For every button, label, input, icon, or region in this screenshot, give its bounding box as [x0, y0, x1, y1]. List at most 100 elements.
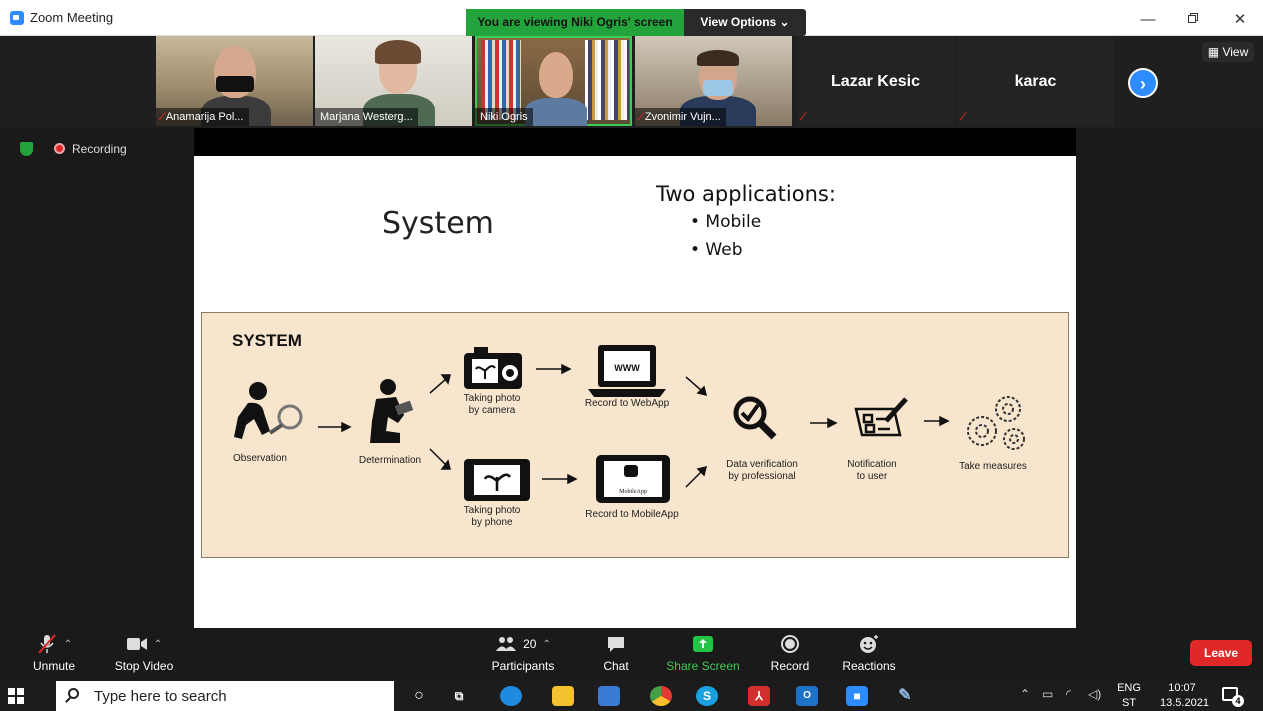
participant-tile[interactable]: ⁄ Anamarija Pol... — [156, 36, 313, 126]
window-title: Zoom Meeting — [30, 10, 114, 25]
title-bar: Zoom Meeting You are viewing Niki Ogris'… — [0, 0, 1263, 36]
shared-slide: System Two applications: • Mobile • Web … — [194, 156, 1076, 628]
share-screen-button[interactable]: Share Screen — [662, 632, 744, 673]
zoom-window: Zoom Meeting You are viewing Niki Ogris'… — [0, 0, 1263, 711]
record-icon — [781, 635, 799, 653]
muted-mic-icon: ⁄ — [161, 111, 163, 123]
cortana-icon[interactable]: ○ — [408, 686, 430, 706]
zoom-taskbar-icon[interactable]: ■ — [846, 686, 868, 706]
label-photo-camera: Taking photo by camera — [463, 393, 521, 416]
participant-name: ⁄ Anamarija Pol... — [156, 108, 249, 126]
label-photo-phone: Taking photo by phone — [463, 505, 521, 528]
battery-icon[interactable]: ▭ — [1042, 687, 1053, 701]
camera-icon — [464, 347, 522, 389]
video-options-chevron-icon: ⌃ — [153, 638, 163, 650]
laptop-icon: WWW — [588, 345, 666, 397]
gears-icon — [967, 396, 1025, 450]
muted-mic-icon: ⁄ — [802, 111, 804, 123]
view-options-button[interactable]: View Options ⌄ — [684, 9, 806, 36]
reactions-button[interactable]: Reactions — [836, 632, 902, 673]
encryption-shield-icon — [20, 142, 33, 156]
apps-item-mobile: • Mobile — [690, 212, 762, 232]
label-notification: Notification to user — [847, 459, 897, 482]
edge-browser-icon[interactable] — [500, 686, 522, 706]
shared-screen-header — [194, 128, 1076, 156]
label-take-measures: Take measures — [959, 461, 1027, 472]
mobile-app-icon: MobileApp — [596, 455, 670, 503]
participant-name: ⁄ Zvonimir Vujn... — [635, 108, 726, 126]
search-icon — [68, 688, 79, 699]
viewing-screen-banner: You are viewing Niki Ogris' screen — [466, 9, 684, 36]
acrobat-reader-icon[interactable]: ⅄ — [748, 686, 770, 706]
view-layout-button[interactable]: ▦ View — [1202, 42, 1254, 62]
system-clock[interactable]: 10:07 13.5.2021 — [1160, 681, 1209, 711]
stop-video-button[interactable]: ⌃ Stop Video — [110, 632, 178, 673]
volume-icon[interactable]: ◁) — [1088, 687, 1101, 701]
windows-start-icon[interactable] — [8, 688, 24, 704]
zoom-logo-icon — [10, 11, 24, 25]
participant-name: Lazar Kesic — [831, 73, 920, 90]
notification-icon — [854, 397, 908, 437]
maximize-icon[interactable] — [1173, 8, 1213, 32]
minimize-icon[interactable]: — — [1128, 8, 1168, 32]
verification-icon — [733, 396, 777, 440]
close-icon[interactable]: ✕ — [1220, 8, 1260, 32]
participants-icon — [496, 637, 517, 651]
unmute-button[interactable]: ⌃ Unmute — [28, 632, 80, 673]
language-indicator[interactable]: ENG ST — [1114, 681, 1144, 711]
search-placeholder: Type here to search — [94, 688, 227, 705]
label-record-mobile: Record to MobileApp — [585, 509, 679, 520]
participant-name: karac — [1014, 73, 1057, 90]
diagram-graphics: WWW MobileApp — [234, 345, 1025, 503]
slide-title: System — [382, 206, 494, 241]
participant-name: Niki Ogris — [475, 108, 533, 126]
muted-microphone-icon — [38, 634, 56, 654]
observation-icon — [234, 382, 303, 439]
notification-count-badge: 4 — [1232, 695, 1244, 707]
participants-count: 20 — [523, 637, 537, 651]
share-screen-icon — [693, 636, 713, 652]
recording-label: Recording — [72, 142, 127, 156]
reactions-smiley-icon — [860, 635, 878, 653]
taskbar-search-box[interactable]: Type here to search — [56, 681, 394, 711]
participant-tile[interactable]: ⁄ Zvonimir Vujn... — [635, 36, 792, 126]
next-page-icon[interactable]: › — [1128, 68, 1158, 98]
muted-mic-icon: ⁄ — [640, 111, 642, 123]
record-button[interactable]: Record — [764, 632, 816, 673]
apps-heading: Two applications: — [656, 182, 836, 206]
participants-button[interactable]: 20 ⌃ Participants — [478, 632, 568, 673]
windows-taskbar: Type here to search ○ ⧉ S ⅄ O ■ ✎ ⌃ ▭ ◜ … — [0, 681, 1263, 711]
tray-chevron-icon[interactable]: ⌃ — [1020, 687, 1030, 701]
participant-tile-active-speaker[interactable]: Niki Ogris — [475, 36, 632, 126]
recording-dot-icon — [54, 143, 65, 154]
phone-photo-icon — [464, 459, 530, 501]
task-view-icon[interactable]: ⧉ — [448, 686, 470, 706]
meeting-toolbar: ⌃ Unmute ⌃ Stop Video 20 ⌃ Participants … — [0, 628, 1263, 680]
video-camera-icon — [126, 638, 147, 650]
participants-chevron-icon: ⌃ — [542, 638, 551, 650]
chrome-browser-icon[interactable] — [650, 686, 672, 706]
system-diagram: SYSTEM WWW MobileApp Observation Determi… — [201, 312, 1069, 558]
audio-options-chevron-icon: ⌃ — [63, 638, 73, 650]
participant-tile-video-off[interactable]: karac ⁄ — [957, 36, 1114, 126]
laptop-www-text: WWW — [614, 363, 640, 373]
chat-button[interactable]: Chat — [594, 632, 638, 673]
skype-icon[interactable]: S — [696, 686, 718, 706]
paint-icon[interactable]: ✎ — [894, 686, 916, 706]
file-explorer-icon[interactable] — [552, 686, 574, 706]
outlook-icon[interactable]: O — [796, 686, 818, 706]
chat-icon — [608, 637, 624, 652]
store-icon[interactable] — [598, 686, 620, 706]
label-determination: Determination — [358, 455, 422, 466]
apps-item-web: • Web — [690, 240, 743, 260]
wifi-icon[interactable]: ◜ — [1066, 687, 1071, 701]
mobile-app-text: MobileApp — [619, 489, 647, 495]
label-verification: Data verification by professional — [726, 459, 798, 482]
determination-icon — [370, 379, 414, 443]
participant-tile-video-off[interactable]: Lazar Kesic ⁄ — [797, 36, 954, 126]
muted-mic-icon: ⁄ — [962, 111, 964, 123]
label-record-web: Record to WebApp — [584, 398, 670, 409]
leave-meeting-button[interactable]: Leave — [1190, 640, 1252, 666]
video-gallery: ⁄ Anamarija Pol... Marjana Westerg... Nik… — [0, 36, 1263, 128]
participant-tile[interactable]: Marjana Westerg... — [315, 36, 472, 126]
